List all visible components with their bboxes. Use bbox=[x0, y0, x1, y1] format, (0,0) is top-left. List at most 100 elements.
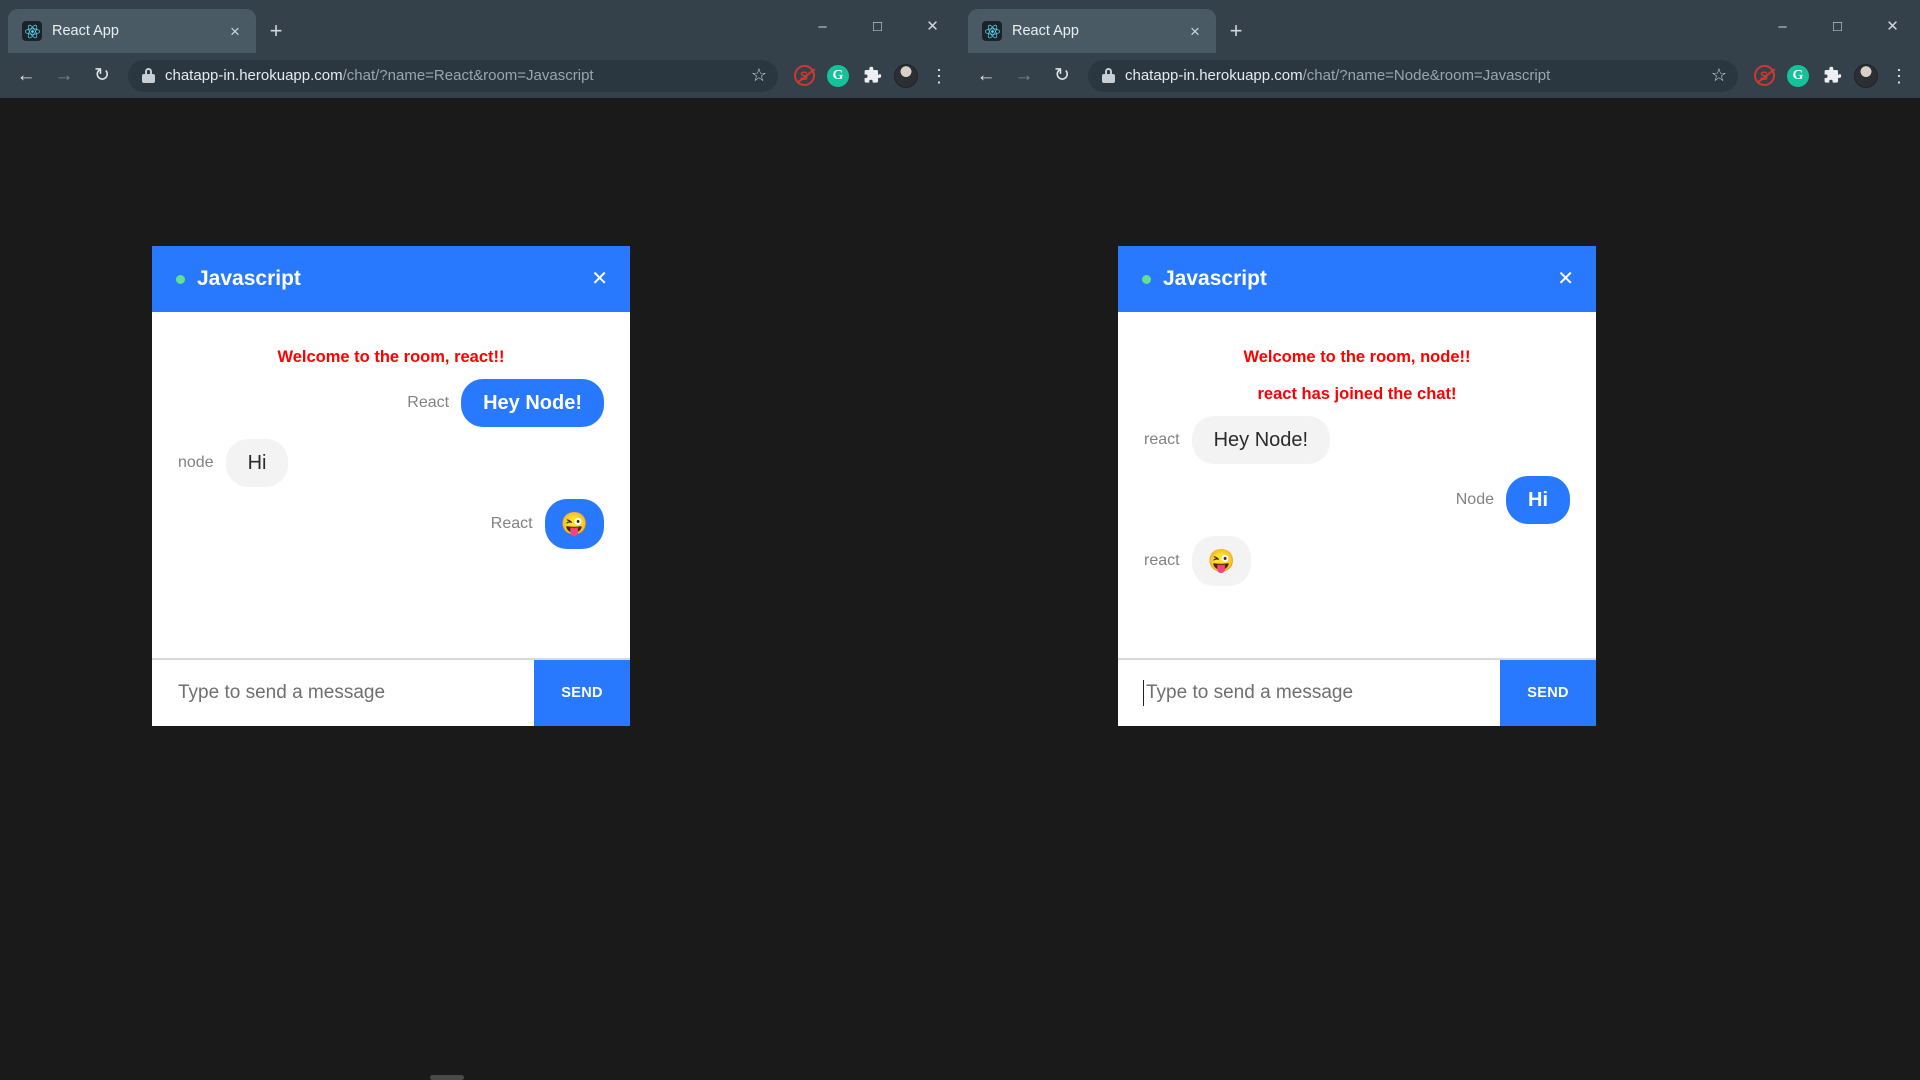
system-message: Welcome to the room, node!! bbox=[1243, 348, 1471, 366]
message-row: Node Hi bbox=[1144, 476, 1570, 524]
tab-close-icon[interactable]: × bbox=[1184, 23, 1206, 40]
message-author: React bbox=[490, 515, 533, 533]
chat-header-left: Javascript bbox=[1142, 267, 1267, 291]
chat-widget: Javascript ✕ Welcome to the room, react!… bbox=[152, 246, 630, 726]
message-bubble-emoji: 😜 bbox=[1191, 536, 1251, 587]
message-composer: SEND bbox=[152, 658, 630, 726]
browser-window-right: React App × + – □ ✕ ← → ↻ chatapp-in.her… bbox=[960, 0, 1920, 1080]
chat-header: Javascript ✕ bbox=[1118, 246, 1596, 312]
extension-icons: S G ⋮ bbox=[1746, 62, 1912, 90]
message-list: Welcome to the room, react!! React Hey N… bbox=[152, 312, 630, 658]
back-icon[interactable]: ← bbox=[968, 58, 1004, 94]
lock-icon bbox=[142, 68, 155, 83]
back-icon[interactable]: ← bbox=[8, 58, 44, 94]
adblock-icon[interactable]: S bbox=[790, 62, 818, 90]
profile-avatar[interactable] bbox=[892, 62, 920, 90]
window-close-button[interactable]: ✕ bbox=[1865, 0, 1920, 53]
puzzle-icon[interactable] bbox=[1818, 62, 1846, 90]
forward-icon[interactable]: → bbox=[46, 58, 82, 94]
url-host: chatapp-in.herokuapp.com bbox=[1125, 67, 1303, 84]
window-minimize-button[interactable]: – bbox=[795, 0, 850, 53]
page-viewport: Javascript ✕ Welcome to the room, react!… bbox=[0, 98, 960, 1080]
grammarly-icon[interactable]: G bbox=[824, 62, 852, 90]
browser-tab[interactable]: React App × bbox=[968, 9, 1216, 53]
window-maximize-button[interactable]: □ bbox=[850, 0, 905, 53]
message-input[interactable] bbox=[152, 660, 534, 726]
puzzle-icon[interactable] bbox=[858, 62, 886, 90]
chat-widget: Javascript ✕ Welcome to the room, node!!… bbox=[1118, 246, 1596, 726]
grammarly-letter: G bbox=[827, 64, 849, 87]
message-bubble: Hey Node! bbox=[461, 379, 604, 427]
url-path: /chat/?name=Node&room=Javascript bbox=[1302, 67, 1551, 84]
adblock-icon[interactable]: S bbox=[1750, 62, 1778, 90]
online-status-dot-icon bbox=[176, 274, 185, 284]
forward-icon[interactable]: → bbox=[1006, 58, 1042, 94]
reload-icon[interactable]: ↻ bbox=[84, 58, 120, 94]
new-tab-button[interactable]: + bbox=[1216, 9, 1256, 53]
url-host: chatapp-in.herokuapp.com bbox=[165, 67, 343, 84]
message-author: react bbox=[1144, 431, 1180, 448]
chat-close-icon[interactable]: ✕ bbox=[591, 269, 608, 289]
message-row: react Hey Node! bbox=[1144, 416, 1570, 464]
window-close-button[interactable]: ✕ bbox=[905, 0, 960, 53]
bookmark-star-icon[interactable]: ☆ bbox=[746, 65, 772, 86]
browser-toolbar: ← → ↻ chatapp-in.herokuapp.com/chat/?nam… bbox=[0, 53, 960, 98]
bookmark-star-icon[interactable]: ☆ bbox=[1706, 65, 1732, 86]
send-button[interactable]: SEND bbox=[1500, 660, 1596, 726]
page-scroll-indicator bbox=[430, 1075, 464, 1080]
message-bubble: Hi bbox=[225, 439, 289, 487]
tab-strip: React App × + – □ ✕ bbox=[960, 0, 1920, 53]
page-viewport: Javascript ✕ Welcome to the room, node!!… bbox=[960, 98, 1920, 1080]
message-row: node Hi bbox=[178, 439, 604, 487]
message-composer: SEND bbox=[1118, 658, 1596, 726]
message-row: react 😜 bbox=[1144, 536, 1570, 587]
window-controls: – □ ✕ bbox=[795, 0, 960, 53]
message-input[interactable] bbox=[1144, 660, 1500, 726]
system-message: react has joined the chat! bbox=[1257, 385, 1457, 403]
message-author: react bbox=[1144, 552, 1180, 570]
tab-close-icon[interactable]: × bbox=[224, 23, 246, 40]
window-minimize-button[interactable]: – bbox=[1755, 0, 1810, 53]
react-logo-icon bbox=[22, 21, 42, 41]
window-maximize-button[interactable]: □ bbox=[1810, 0, 1865, 53]
url-text: chatapp-in.herokuapp.com/chat/?name=Node… bbox=[1125, 67, 1696, 84]
tab-strip: React App × + – □ ✕ bbox=[0, 0, 960, 53]
new-tab-button[interactable]: + bbox=[256, 9, 296, 53]
grammarly-letter: G bbox=[1787, 64, 1809, 87]
address-bar[interactable]: chatapp-in.herokuapp.com/chat/?name=Reac… bbox=[128, 59, 778, 92]
grammarly-icon[interactable]: G bbox=[1784, 62, 1812, 90]
url-text: chatapp-in.herokuapp.com/chat/?name=Reac… bbox=[165, 67, 736, 84]
adblock-letter: S bbox=[793, 65, 815, 86]
browser-toolbar: ← → ↻ chatapp-in.herokuapp.com/chat/?nam… bbox=[960, 53, 1920, 98]
extension-icons: S G ⋮ bbox=[786, 62, 952, 90]
message-list: Welcome to the room, node!! react has jo… bbox=[1118, 312, 1596, 658]
url-path: /chat/?name=React&room=Javascript bbox=[342, 67, 594, 84]
message-bubble-emoji: 😜 bbox=[544, 499, 604, 550]
chat-close-icon[interactable]: ✕ bbox=[1557, 269, 1574, 289]
online-status-dot-icon bbox=[1142, 274, 1151, 284]
chat-header-left: Javascript bbox=[176, 267, 301, 291]
tab-title: React App bbox=[1012, 23, 1079, 39]
message-author: React bbox=[407, 394, 450, 411]
message-bubble: Hi bbox=[1506, 476, 1570, 524]
reload-icon[interactable]: ↻ bbox=[1044, 58, 1080, 94]
kebab-menu-icon[interactable]: ⋮ bbox=[1886, 67, 1912, 85]
window-controls: – □ ✕ bbox=[1755, 0, 1920, 53]
profile-avatar[interactable] bbox=[1852, 62, 1880, 90]
desktop: React App × + – □ ✕ ← → ↻ chatapp-in.her… bbox=[0, 0, 1920, 1080]
send-button[interactable]: SEND bbox=[534, 660, 630, 726]
system-message: Welcome to the room, react!! bbox=[277, 348, 505, 366]
browser-tab[interactable]: React App × bbox=[8, 9, 256, 53]
address-bar[interactable]: chatapp-in.herokuapp.com/chat/?name=Node… bbox=[1088, 59, 1738, 92]
message-author: Node bbox=[1455, 491, 1494, 508]
browser-window-left: React App × + – □ ✕ ← → ↻ chatapp-in.her… bbox=[0, 0, 960, 1080]
tab-title: React App bbox=[52, 23, 119, 39]
chat-room-title: Javascript bbox=[1163, 267, 1267, 290]
kebab-menu-icon[interactable]: ⋮ bbox=[926, 67, 952, 85]
react-logo-icon bbox=[982, 21, 1002, 41]
message-row: React 😜 bbox=[178, 499, 604, 550]
chat-header: Javascript ✕ bbox=[152, 246, 630, 312]
adblock-letter: S bbox=[1753, 65, 1775, 86]
lock-icon bbox=[1102, 68, 1115, 83]
message-bubble: Hey Node! bbox=[1191, 416, 1331, 464]
